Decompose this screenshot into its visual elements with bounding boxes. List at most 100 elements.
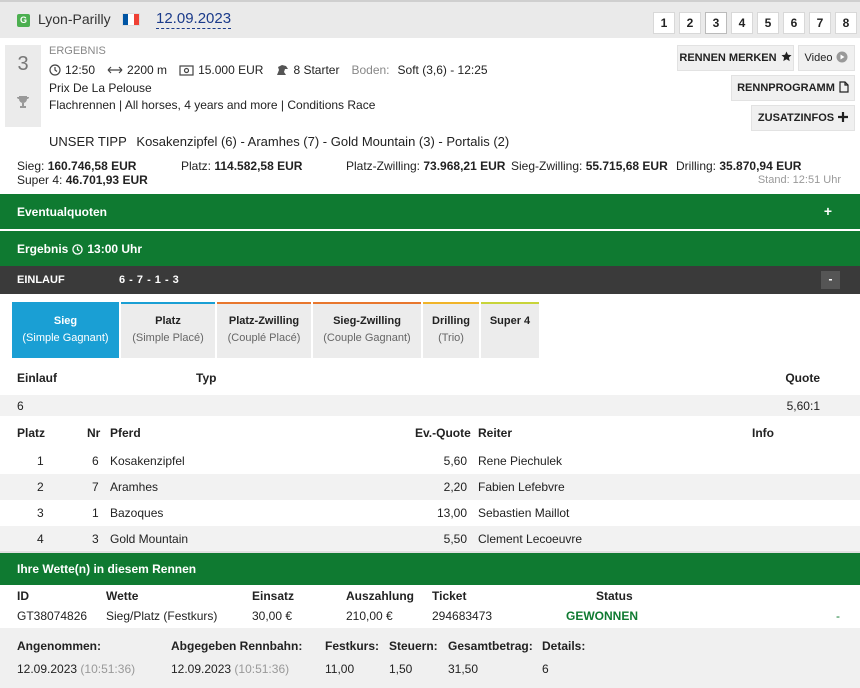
race-number-7[interactable]: 7 bbox=[809, 12, 831, 34]
cell-pferd[interactable]: Kosakenzipfel bbox=[110, 454, 185, 468]
bet-extra: - bbox=[836, 609, 840, 623]
tab-platz[interactable]: Platz (Simple Placé) bbox=[121, 302, 215, 358]
bet-type: Sieg/Platz (Festkurs) bbox=[106, 609, 218, 623]
tab-title: Super 4 bbox=[489, 315, 531, 327]
track-name[interactable]: Lyon-Parilly bbox=[38, 11, 111, 27]
star-icon bbox=[781, 51, 792, 65]
race-number-6[interactable]: 6 bbox=[783, 12, 805, 34]
collapse-button[interactable]: - bbox=[821, 271, 840, 289]
bet-status-badge: GEWONNEN bbox=[566, 609, 638, 623]
cell-reiter: Sebastien Maillot bbox=[478, 506, 570, 520]
race-number-8[interactable]: 8 bbox=[835, 12, 857, 34]
race-name: Prix De La Pelouse bbox=[49, 81, 152, 95]
tab-super-4[interactable]: Super 4 bbox=[481, 302, 539, 358]
summary-details: Details: 6 bbox=[542, 639, 586, 676]
cell-reiter: Clement Lecoeuvre bbox=[478, 532, 583, 546]
clock-icon bbox=[72, 243, 84, 255]
tab-title: Drilling bbox=[432, 315, 470, 327]
status-label: ERGEBNIS bbox=[49, 45, 106, 57]
col-einsatz: Einsatz bbox=[252, 589, 295, 603]
cell-platz: 3 bbox=[37, 506, 44, 520]
tab-subtitle: (Trio) bbox=[438, 332, 464, 344]
race-number-2[interactable]: 2 bbox=[679, 12, 701, 34]
tab-title: Sieg bbox=[53, 315, 78, 327]
rennen-merken-button[interactable]: RENNEN MERKEN bbox=[677, 45, 794, 71]
race-number-1[interactable]: 1 bbox=[653, 12, 675, 34]
stand-time: Stand: 12:51 Uhr bbox=[757, 174, 841, 186]
col-id: ID bbox=[17, 589, 29, 603]
table-row: 1 6 Kosakenzipfel 5,60 Rene Piechulek bbox=[0, 448, 860, 474]
cell-platz: 4 bbox=[37, 532, 44, 546]
summary-gesamtbetrag: Gesamtbetrag: 31,50 bbox=[448, 639, 533, 676]
quote-table-row: 6 5,60:1 bbox=[0, 395, 860, 416]
tip-label: UNSER TIPP bbox=[49, 134, 127, 149]
race-number-3[interactable]: 3 bbox=[705, 12, 727, 34]
tab-platz-zwilling[interactable]: Platz-Zwilling (Couplé Placé) bbox=[217, 302, 311, 358]
tab-subtitle: (Simple Gagnant) bbox=[22, 332, 109, 344]
einlauf-bar[interactable]: EINLAUF 6 - 7 - 1 - 3 - bbox=[0, 266, 860, 294]
cell-nr: 6 bbox=[92, 454, 99, 468]
tab-drilling[interactable]: Drilling (Trio) bbox=[423, 302, 479, 358]
race-number-4[interactable]: 4 bbox=[731, 12, 753, 34]
col-reiter: Reiter bbox=[478, 426, 513, 440]
col-pferd: Pferd bbox=[110, 426, 141, 440]
race-number: 3 bbox=[17, 53, 29, 75]
france-flag-icon bbox=[122, 13, 140, 26]
cell-platz: 2 bbox=[37, 480, 44, 494]
expand-icon[interactable]: + bbox=[824, 203, 832, 219]
tab-sieg[interactable]: Sieg (Simple Gagnant) bbox=[12, 302, 119, 358]
bet-row[interactable]: GT38074826 Sieg/Platz (Festkurs) 30,00 €… bbox=[0, 606, 860, 628]
bet-type-tabs: Sieg (Simple Gagnant) Platz (Simple Placé) P… bbox=[12, 302, 539, 358]
race-prize: 15.000 EUR bbox=[198, 63, 264, 77]
document-icon bbox=[839, 80, 849, 96]
col-typ: Typ bbox=[196, 371, 217, 385]
payout-platz: Platz: 114.582,58 EUR bbox=[181, 159, 303, 173]
cell-quote: 2,20 bbox=[443, 480, 467, 494]
tab-title: Platz bbox=[155, 315, 181, 327]
cell-quote: 5,60 bbox=[443, 454, 467, 468]
cell-pferd[interactable]: Gold Mountain bbox=[110, 532, 188, 546]
eventualquoten-title: Eventualquoten bbox=[17, 205, 108, 219]
cell-nr: 1 bbox=[92, 506, 99, 520]
cell-nr: 3 bbox=[92, 532, 99, 546]
zusatzinfos-button[interactable]: ZUSATZINFOS bbox=[751, 105, 855, 131]
tab-sieg-zwilling[interactable]: Sieg-Zwilling (Couple Gagnant) bbox=[313, 302, 421, 358]
eventualquoten-bar[interactable]: Eventualquoten + bbox=[0, 194, 860, 229]
zusatzinfos-label: ZUSATZINFOS bbox=[757, 112, 835, 124]
ground-label: Boden: bbox=[351, 63, 390, 77]
race-header-bar: G Lyon-Parilly 12.09.2023 12345678 bbox=[0, 0, 860, 38]
video-button[interactable]: Video bbox=[798, 45, 855, 71]
bet-id: GT38074826 bbox=[17, 609, 88, 623]
bets-header: ID Wette Einsatz Auszahlung Ticket Statu… bbox=[0, 586, 860, 606]
race-number-5[interactable]: 5 bbox=[757, 12, 779, 34]
cell-pferd[interactable]: Aramhes bbox=[110, 480, 158, 494]
col-einlauf: Einlauf bbox=[17, 371, 58, 385]
bet-stake: 30,00 € bbox=[252, 609, 293, 623]
trophy-icon bbox=[16, 95, 30, 112]
race-date[interactable]: 12.09.2023 bbox=[156, 10, 232, 29]
einlauf-value: 6 - 7 - 1 - 3 bbox=[119, 274, 180, 286]
rennen-merken-label: RENNEN MERKEN bbox=[679, 52, 777, 64]
payout-platz-zwilling: Platz-Zwilling: 73.968,21 EUR bbox=[346, 159, 506, 173]
plus-icon bbox=[838, 111, 849, 125]
col-nr: Nr bbox=[87, 426, 101, 440]
rennprogramm-button[interactable]: RENNPROGRAMM bbox=[731, 75, 855, 101]
table-row: 3 1 Bazoques 13,00 Sebastien Maillot bbox=[0, 500, 860, 526]
tab-subtitle: (Simple Placé) bbox=[132, 332, 204, 344]
horse-icon bbox=[275, 64, 289, 76]
summary-abgegeben: Abgegeben Rennbahn: 12.09.2023 (10:51:36… bbox=[171, 639, 303, 676]
cell-reiter: Fabien Lefebvre bbox=[478, 480, 565, 494]
race-distance: 2200 m bbox=[127, 63, 168, 77]
ground-value: Soft (3,6) - 12:25 bbox=[397, 63, 488, 77]
table-row: 4 3 Gold Mountain 5,50 Clement Lecoeuvre bbox=[0, 526, 860, 552]
payout-drilling: Drilling: 35.870,94 EUR bbox=[676, 159, 802, 173]
cell-quote: 13,00 bbox=[436, 506, 467, 520]
our-tip: UNSER TIPP Kosakenzipfel (6) - Aramhes (… bbox=[49, 134, 509, 149]
cell-quote: 5,60:1 bbox=[786, 399, 820, 413]
video-label: Video bbox=[804, 52, 833, 64]
cell-pferd[interactable]: Bazoques bbox=[110, 506, 163, 520]
bet-summary: Angenommen: 12.09.2023 (10:51:36) Abgege… bbox=[0, 628, 860, 688]
tab-subtitle: (Couplé Placé) bbox=[227, 332, 301, 344]
race-number-nav: 12345678 bbox=[653, 12, 857, 34]
money-icon bbox=[179, 64, 194, 76]
